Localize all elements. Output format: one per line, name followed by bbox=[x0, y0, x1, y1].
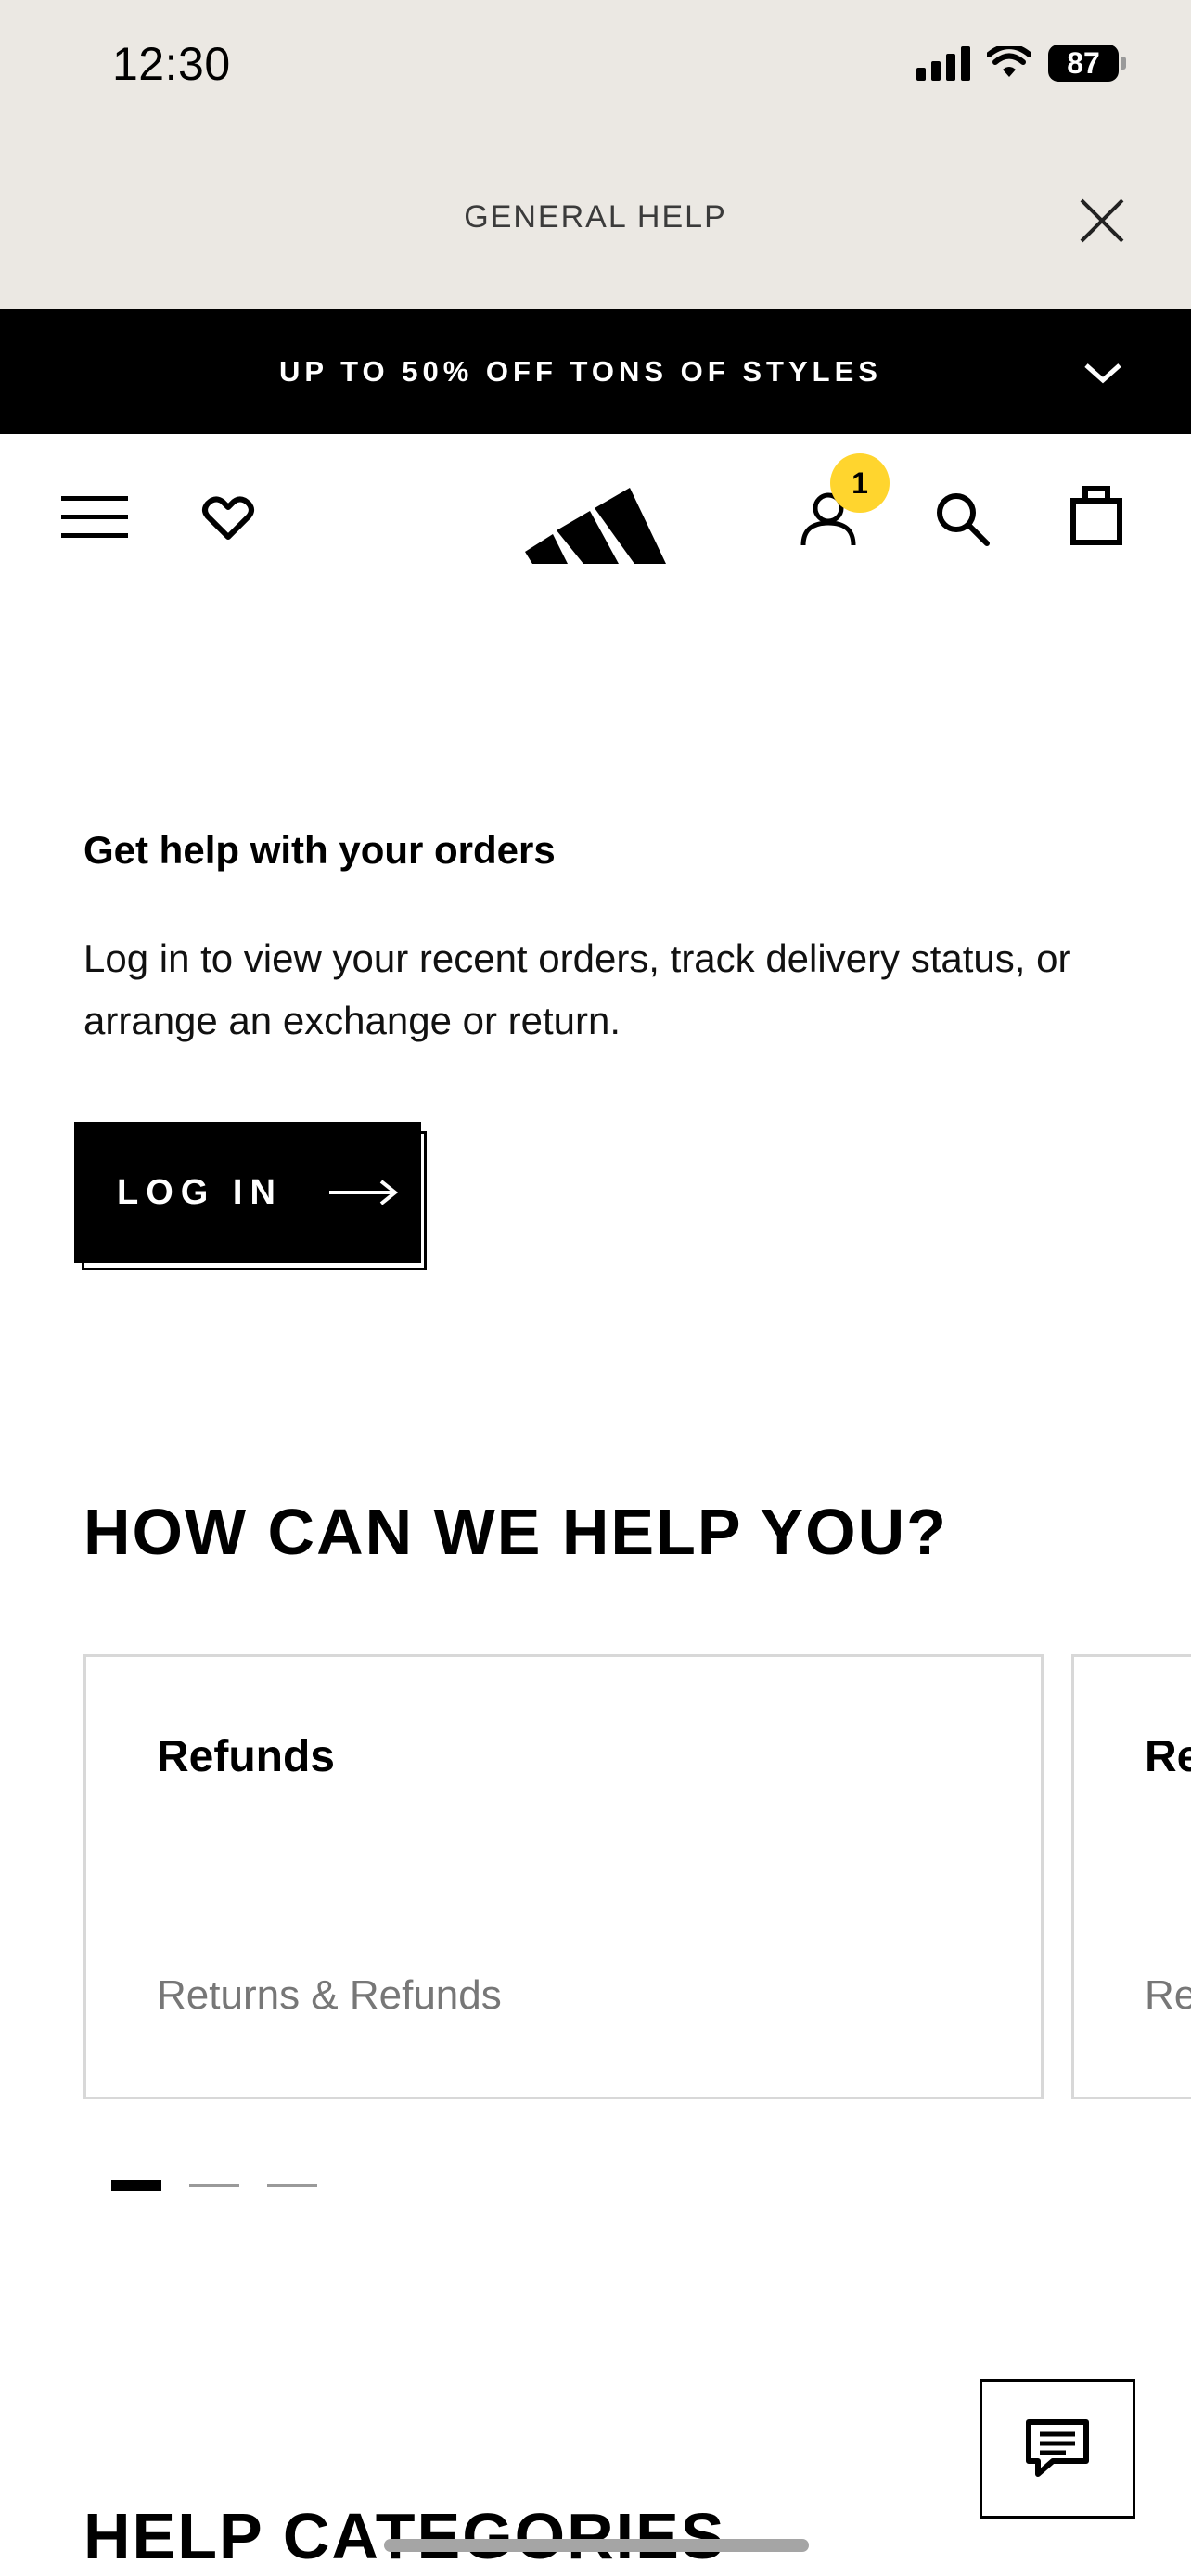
close-button[interactable] bbox=[1076, 195, 1128, 247]
login-button[interactable]: LOG IN bbox=[74, 1122, 421, 1263]
arrow-right-icon bbox=[328, 1180, 398, 1205]
help-section-heading: HOW CAN WE HELP YOU? bbox=[83, 1496, 948, 1568]
wifi-icon bbox=[987, 46, 1031, 77]
help-topic-card-category: Returns & Refunds bbox=[157, 1972, 502, 2018]
login-button-label: LOG IN bbox=[117, 1172, 283, 1212]
chevron-down-icon[interactable] bbox=[1082, 359, 1124, 387]
help-topic-card[interactable]: Refunds Returns & Refunds bbox=[83, 1654, 1044, 2099]
battery-level: 87 bbox=[1067, 45, 1100, 80]
menu-icon[interactable] bbox=[61, 496, 128, 539]
chat-icon bbox=[1026, 2419, 1089, 2477]
cellular-signal-icon bbox=[916, 45, 970, 81]
promo-text: UP TO 50% OFF TONS OF STYLES bbox=[279, 355, 882, 388]
home-indicator[interactable] bbox=[384, 2539, 809, 2552]
help-topic-card-title: Refunds bbox=[157, 1732, 335, 1781]
help-topic-card-clip: Re Re bbox=[1071, 1654, 1191, 2099]
help-topic-card-category: Re bbox=[1145, 1972, 1191, 2018]
help-topic-card-title: Re bbox=[1145, 1732, 1191, 1781]
orders-section-title: Get help with your orders bbox=[83, 828, 556, 872]
login-button-wrapper: LOG IN bbox=[74, 1122, 429, 1272]
carousel-pagination bbox=[111, 2180, 317, 2191]
chat-button[interactable] bbox=[980, 2379, 1135, 2519]
main-content bbox=[0, 601, 1191, 2576]
search-icon[interactable] bbox=[935, 491, 991, 547]
help-topic-card[interactable]: Re Re bbox=[1071, 1654, 1191, 2099]
carousel-dot-3[interactable] bbox=[267, 2184, 317, 2187]
orders-section-description: Log in to view your recent orders, track… bbox=[83, 937, 1071, 1042]
carousel-dot-2[interactable] bbox=[189, 2184, 239, 2187]
help-categories-heading: HELP CATEGORIES bbox=[83, 2500, 726, 2572]
carousel-dot-1[interactable] bbox=[111, 2180, 161, 2191]
page-title: GENERAL HELP bbox=[464, 199, 727, 235]
promo-banner[interactable]: UP TO 50% OFF TONS OF STYLES bbox=[0, 309, 1191, 434]
status-time: 12:30 bbox=[112, 38, 231, 90]
status-icons: 87 bbox=[916, 45, 1126, 82]
battery-icon: 87 bbox=[1048, 45, 1126, 82]
adidas-logo[interactable] bbox=[525, 475, 666, 564]
bag-icon[interactable] bbox=[1070, 484, 1122, 545]
wishlist-heart-icon[interactable] bbox=[200, 494, 256, 542]
close-icon bbox=[1080, 198, 1124, 243]
account-notification-badge: 1 bbox=[830, 453, 890, 513]
